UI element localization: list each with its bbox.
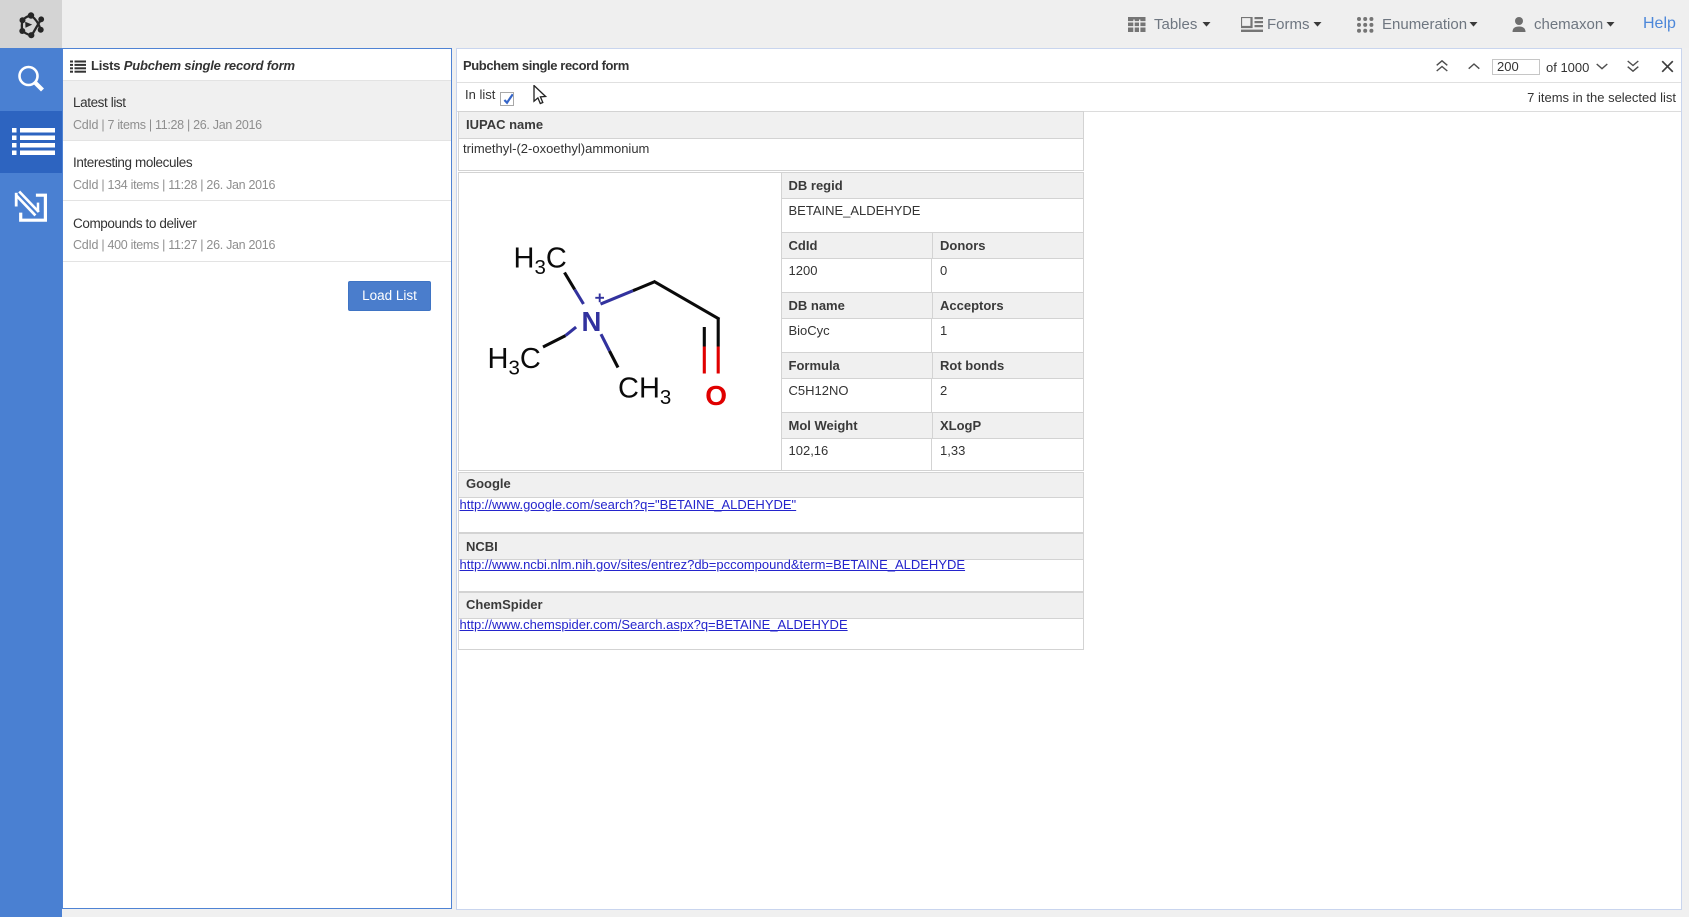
svg-text:O: O [705,380,727,411]
svg-text:H3C: H3C [514,242,567,279]
svg-text:CH3: CH3 [618,372,671,409]
svg-text:H3C: H3C [488,343,541,380]
svg-text:N: N [582,306,602,337]
